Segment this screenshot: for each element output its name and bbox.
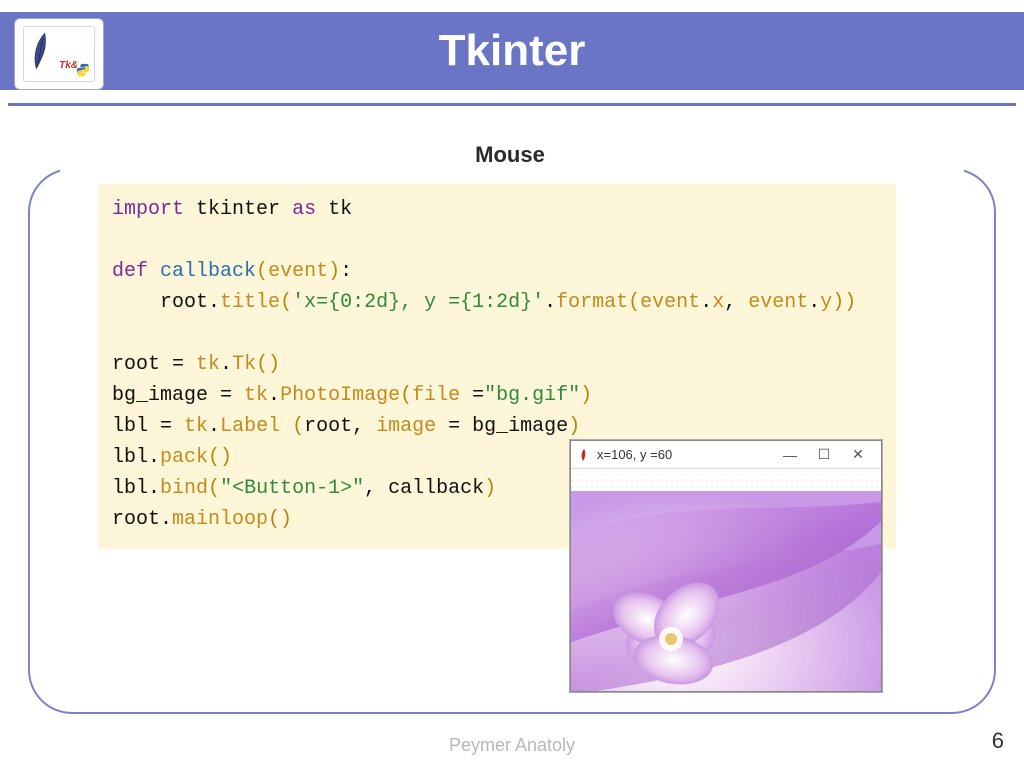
code-token: bg_image [112,384,208,407]
tk-app-icon [577,448,591,462]
code-token: event [640,291,700,314]
code-token: file [412,384,460,407]
code-token: "bg.gif" [484,384,580,407]
code-token: event [268,260,328,283]
code-token: lbl [112,446,148,469]
image-label[interactable] [571,469,881,691]
tkinter-logo: Tk& [23,26,95,82]
header-bar: Tkinter [0,12,1024,90]
code-token: root [304,415,352,438]
minimize-button[interactable]: — [773,445,807,465]
code-token: title [220,291,280,314]
maximize-button[interactable]: ☐ [807,444,841,465]
code-token: lbl [112,415,148,438]
logo-frame: Tk& [14,18,104,90]
feather-icon [26,29,56,73]
slide-title: Tkinter [439,26,586,76]
code-token: 'x={0:2d}, y ={1:2d}' [292,291,544,314]
code-token: Tk [232,353,256,376]
code-token: lbl [112,477,148,500]
code-token: x [712,291,724,314]
subtitle: Mouse [420,140,600,170]
code-token: event [748,291,808,314]
accent-line [8,103,1016,106]
code-token: callback [160,260,256,283]
code-token: y [820,291,832,314]
code-token: root [160,291,208,314]
close-button[interactable]: ✕ [841,444,875,465]
code-token: Label [220,415,280,438]
code-token: pack [160,446,208,469]
code-token: tkinter [196,198,280,221]
code-token: bind [160,477,208,500]
code-token: mainloop [172,508,268,531]
code-token: def [112,260,148,283]
code-token: bg_image [472,415,568,438]
titlebar[interactable]: x=106, y =60 — ☐ ✕ [571,441,881,469]
footer-author: Peymer Anatoly [0,735,1024,756]
python-icon [76,63,90,77]
code-token: "<Button-1>" [220,477,364,500]
code-token: image [376,415,436,438]
window-title: x=106, y =60 [597,447,773,462]
code-token: tk [328,198,352,221]
code-token: callback [388,477,484,500]
code-token: root [112,508,160,531]
tkinter-output-window: x=106, y =60 — ☐ ✕ [570,440,882,692]
code-token: as [292,198,316,221]
bg-image [571,469,881,691]
slide: Tkinter Tk& Mouse import tkinter as tk d… [0,0,1024,768]
code-token: import [112,198,184,221]
page-number: 6 [992,728,1004,754]
code-token: PhotoImage [280,384,400,407]
code-token: root [112,353,160,376]
code-token: format [556,291,628,314]
